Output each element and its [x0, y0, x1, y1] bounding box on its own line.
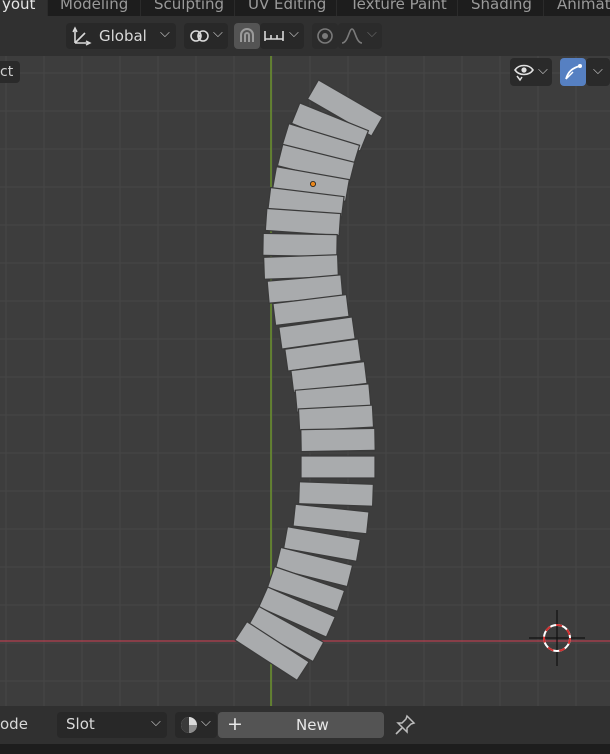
chevron-down-icon: ⌵ — [367, 26, 377, 41]
tab-sculpting[interactable]: Sculpting — [154, 0, 224, 16]
snap-toggle[interactable] — [234, 23, 260, 49]
chevron-down-icon: ⌵ — [201, 715, 211, 730]
tab-sculpting-label: Sculpting — [154, 0, 225, 13]
material-browse-dropdown[interactable]: ⌵ — [175, 712, 217, 738]
mesh-block — [262, 232, 338, 258]
snap-icon — [240, 28, 254, 42]
falloff-curve-icon — [341, 28, 363, 44]
3d-viewport[interactable] — [0, 56, 610, 706]
gizmo-toggle[interactable] — [560, 58, 586, 86]
new-material-button[interactable]: + New — [218, 712, 384, 738]
object-origin-dot — [309, 180, 316, 187]
gizmo-dropdown[interactable]: ⌵ — [586, 58, 610, 86]
visibility-dropdown[interactable]: ⌵ — [510, 58, 552, 86]
viewport-tool-header: Global ⌵ ⌵ ⌵ ⌵ — [0, 16, 610, 56]
chevron-down-icon: ⌵ — [538, 63, 548, 78]
mesh-block — [297, 404, 375, 432]
proportional-edit-icon — [317, 28, 333, 44]
new-material-label: New — [296, 716, 329, 734]
mesh-block — [300, 455, 376, 479]
gizmo-icon — [565, 64, 582, 80]
proportional-edit-toggle[interactable] — [312, 23, 338, 49]
mode-label: ode — [0, 715, 28, 733]
tab-layout[interactable]: yout — [0, 0, 47, 16]
mesh-block — [264, 207, 342, 237]
pivot-icon — [190, 30, 209, 42]
snap-target-dropdown[interactable]: ⌵ — [260, 23, 304, 49]
chevron-down-icon: ⌵ — [213, 26, 223, 41]
tab-modeling[interactable]: Modeling — [60, 0, 128, 16]
workspace-tabs: yout Modeling Sculpting UV Editing Textu… — [0, 0, 610, 16]
tab-uv-editing[interactable]: UV Editing — [248, 0, 326, 16]
tab-modeling-label: Modeling — [60, 0, 129, 13]
material-sphere-icon — [181, 717, 197, 733]
chevron-down-icon: ⌵ — [151, 715, 161, 730]
slot-dropdown[interactable]: Slot ⌵ — [57, 712, 167, 738]
transform-orientation-icon — [72, 26, 92, 46]
mesh-block — [298, 481, 374, 507]
pin-icon[interactable] — [394, 714, 416, 736]
viewport-canvas[interactable] — [0, 56, 610, 706]
tab-uv-editing-label: UV Editing — [248, 0, 327, 13]
pivot-point-dropdown[interactable]: ⌵ — [184, 23, 228, 49]
tab-shading[interactable]: Shading — [471, 0, 532, 16]
snap-increment-icon — [264, 31, 284, 41]
slot-label: Slot — [66, 715, 95, 733]
falloff-dropdown[interactable]: ⌵ — [338, 23, 382, 49]
mesh-block — [300, 427, 376, 453]
material-footer: ode Slot ⌵ ⌵ + New — [0, 706, 610, 744]
plus-icon: + — [227, 713, 243, 735]
tab-animation[interactable]: Animati — [557, 0, 610, 16]
chevron-down-icon: ⌵ — [593, 63, 603, 78]
tab-shading-label: Shading — [471, 0, 532, 13]
tab-layout-label: yout — [2, 0, 36, 13]
status-bar — [0, 744, 610, 754]
select-tab[interactable]: ct — [0, 61, 20, 83]
select-tab-label: ct — [0, 64, 14, 80]
tab-texture-paint[interactable]: Texture Paint — [350, 0, 447, 16]
chevron-down-icon: ⌵ — [289, 26, 299, 41]
tab-animation-label: Animati — [557, 0, 610, 13]
visibility-eye-icon — [514, 64, 534, 82]
transform-orientation-label: Global — [99, 27, 147, 45]
chevron-down-icon: ⌵ — [160, 26, 170, 41]
tab-texture-paint-label: Texture Paint — [350, 0, 447, 13]
transform-orientation-dropdown[interactable]: Global ⌵ — [66, 23, 176, 49]
